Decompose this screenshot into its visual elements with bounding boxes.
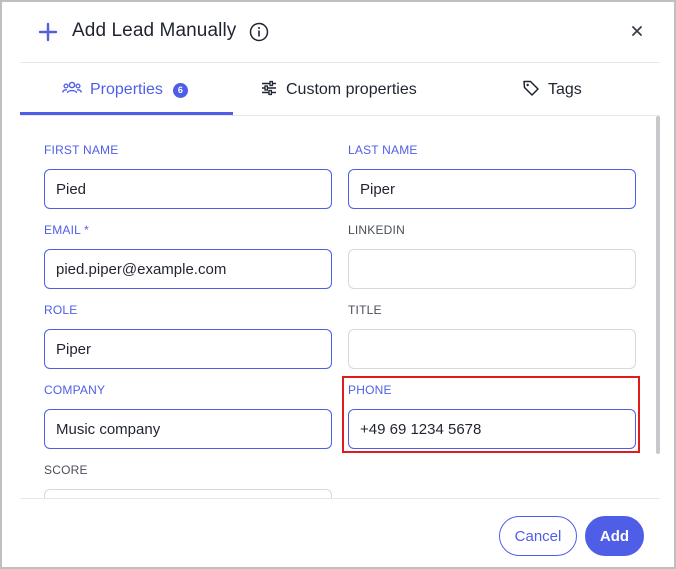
linkedin-input[interactable] xyxy=(348,249,636,289)
tab-tags-label: Tags xyxy=(548,81,582,98)
score-label: SCORE xyxy=(44,463,88,477)
email-label: EMAIL * xyxy=(44,223,89,237)
score-field: SCORE xyxy=(44,462,332,498)
role-label: ROLE xyxy=(44,303,78,317)
header-divider xyxy=(20,62,660,63)
last-name-input[interactable] xyxy=(348,169,636,209)
company-field: COMPANY xyxy=(44,382,332,449)
last-name-field: LAST NAME xyxy=(348,142,636,209)
tab-custom-properties-label: Custom properties xyxy=(286,81,417,98)
first-name-input[interactable] xyxy=(44,169,332,209)
title-input[interactable] xyxy=(348,329,636,369)
plus-icon xyxy=(38,22,58,42)
email-input[interactable] xyxy=(44,249,332,289)
info-icon[interactable] xyxy=(248,21,270,43)
sliders-icon xyxy=(260,80,278,101)
linkedin-field: LINKEDIN xyxy=(348,222,636,289)
tab-properties-label: Properties xyxy=(90,81,163,98)
phone-field: PHONE xyxy=(348,382,636,449)
form-scrollbar[interactable] xyxy=(656,116,660,454)
users-icon xyxy=(62,80,82,101)
linkedin-label: LINKEDIN xyxy=(348,223,405,237)
email-field: EMAIL * xyxy=(44,222,332,289)
close-icon[interactable] xyxy=(630,24,644,38)
dialog-title: Add Lead Manually xyxy=(72,20,237,41)
role-field: ROLE xyxy=(44,302,332,369)
last-name-label: LAST NAME xyxy=(348,143,418,157)
cancel-button[interactable]: Cancel xyxy=(499,516,577,556)
title-field: TITLE xyxy=(348,302,636,369)
first-name-label: FIRST NAME xyxy=(44,143,119,157)
phone-label: PHONE xyxy=(348,383,392,397)
company-input[interactable] xyxy=(44,409,332,449)
footer-divider xyxy=(20,498,660,499)
score-input[interactable] xyxy=(44,489,332,498)
tab-custom-properties[interactable]: Custom properties xyxy=(260,64,417,116)
tab-bar: Properties 6 Custom properties Tags xyxy=(20,64,660,116)
company-label: COMPANY xyxy=(44,383,106,397)
properties-count-badge: 6 xyxy=(172,82,188,98)
title-label: TITLE xyxy=(348,303,382,317)
phone-input[interactable] xyxy=(348,409,636,449)
dialog-header: Add Lead Manually xyxy=(2,2,674,64)
add-button[interactable]: Add xyxy=(585,516,644,556)
add-lead-dialog: Add Lead Manually Properties 6 Custom pr… xyxy=(0,0,676,569)
tab-properties[interactable]: Properties 6 xyxy=(62,64,188,116)
tab-tags[interactable]: Tags xyxy=(522,64,582,116)
form-scroll-area[interactable]: FIRST NAME LAST NAME EMAIL * LINKEDIN RO… xyxy=(20,116,660,498)
first-name-field: FIRST NAME xyxy=(44,142,332,209)
role-input[interactable] xyxy=(44,329,332,369)
tag-icon xyxy=(522,79,540,102)
